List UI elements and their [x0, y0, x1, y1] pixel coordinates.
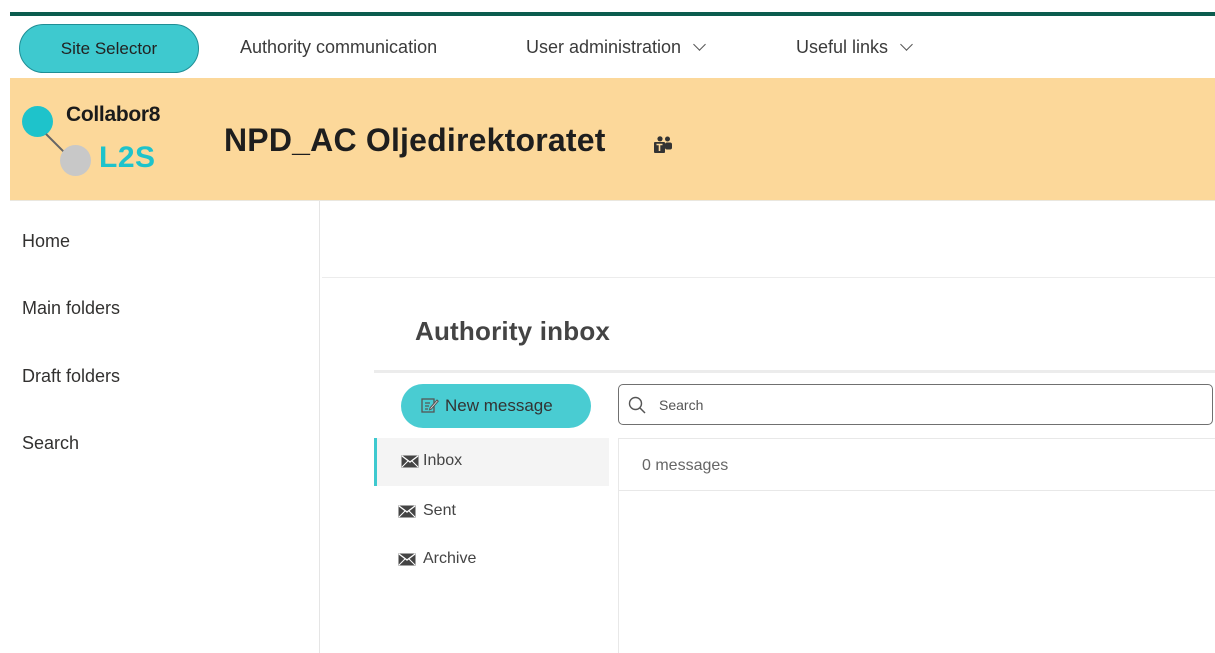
site-title: NPD_AC Oljedirektoratet: [224, 122, 606, 158]
folder-label: Sent: [423, 502, 456, 519]
message-list: 0 messages: [618, 438, 1215, 653]
envelope-icon: [401, 455, 419, 468]
message-count: 0 messages: [642, 457, 729, 474]
logo-dot-grey: [60, 145, 91, 176]
left-navigation: Home Main folders Draft folders Search: [0, 201, 320, 653]
envelope-icon: [398, 553, 416, 566]
nav-link-label: Authority communication: [240, 37, 438, 57]
top-navigation: Site Selector Authority communication Us…: [0, 16, 1215, 78]
logo-subtext: L2S: [99, 141, 156, 174]
nav-useful-links[interactable]: Useful links: [796, 16, 913, 78]
title-divider: [374, 370, 1215, 373]
nav-link-label: Useful links: [796, 37, 889, 57]
search-icon: [628, 396, 646, 414]
compose-icon: [421, 398, 439, 413]
logo-dot-teal: [22, 106, 53, 137]
site-selector-button[interactable]: Site Selector: [19, 24, 199, 73]
leftnav-item-draft-folders[interactable]: Draft folders: [22, 366, 120, 387]
leftnav-item-main-folders[interactable]: Main folders: [22, 298, 120, 319]
new-message-label: New message: [445, 396, 553, 415]
folder-inbox[interactable]: Inbox: [374, 438, 609, 486]
site-header-banner: Collabor8 L2S NPD_AC Oljedirektoratet: [10, 78, 1215, 200]
search-box[interactable]: [618, 384, 1213, 425]
chevron-down-icon: [693, 38, 706, 51]
folder-label: Inbox: [423, 452, 463, 469]
page-title: Authority inbox: [415, 316, 611, 346]
nav-link-label: User administration: [526, 37, 682, 57]
chevron-down-icon: [900, 38, 913, 51]
content-divider: [322, 277, 1215, 278]
new-message-button[interactable]: New message: [401, 384, 591, 428]
teams-icon[interactable]: [653, 136, 673, 154]
leftnav-item-home[interactable]: Home: [22, 231, 70, 252]
leftnav-item-search[interactable]: Search: [22, 433, 79, 454]
nav-authority-communication[interactable]: Authority communication: [240, 16, 437, 78]
logo-text: Collabor8: [66, 103, 161, 126]
message-list-divider: [619, 490, 1215, 491]
nav-user-administration[interactable]: User administration: [526, 16, 706, 78]
folder-archive[interactable]: Archive: [374, 536, 609, 584]
search-input[interactable]: [659, 393, 1199, 417]
collabor8-logo[interactable]: Collabor8 L2S: [22, 103, 192, 183]
folder-label: Archive: [423, 550, 477, 567]
folder-sent[interactable]: Sent: [374, 488, 609, 536]
envelope-icon: [398, 505, 416, 518]
